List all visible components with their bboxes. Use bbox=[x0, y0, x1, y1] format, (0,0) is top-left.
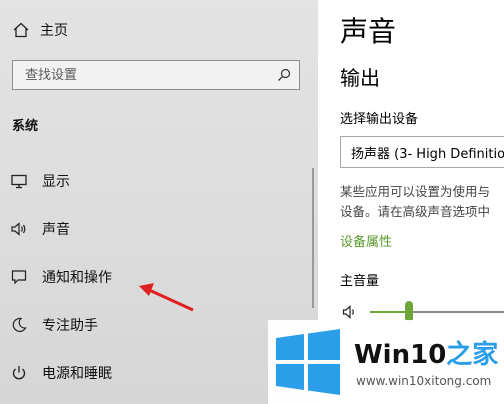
output-device-value: 扬声器 (3- High Definition bbox=[351, 147, 504, 162]
description-line: 设备。请在高级声音选项中 bbox=[340, 204, 491, 219]
sidebar-item-sound[interactable]: 声音 bbox=[10, 216, 70, 242]
sidebar-item-label: 专注助手 bbox=[42, 318, 98, 334]
sidebar-item-label: 声音 bbox=[42, 222, 70, 238]
sidebar-scrollbar[interactable] bbox=[312, 168, 314, 308]
slider-fill bbox=[370, 311, 409, 313]
sidebar-item-display[interactable]: 显示 bbox=[10, 168, 70, 194]
output-description: 某些应用可以设置为使用与 设备。请在高级声音选项中 bbox=[340, 182, 504, 222]
page-title: 声音 bbox=[340, 15, 397, 48]
sidebar-item-label: 电源和睡眠 bbox=[42, 366, 112, 382]
brand-prefix: Win10 bbox=[354, 340, 447, 370]
watermark: Win10之家 www.win10xitong.com bbox=[268, 320, 504, 404]
brand-suffix: 之家 bbox=[446, 340, 499, 370]
output-device-label: 选择输出设备 bbox=[340, 112, 419, 127]
device-properties-link[interactable]: 设备属性 bbox=[340, 231, 392, 250]
power-icon bbox=[12, 366, 26, 380]
watermark-url: www.win10xitong.com bbox=[356, 374, 492, 388]
output-device-select[interactable]: 扬声器 (3- High Definition bbox=[340, 136, 504, 168]
sidebar-item-power-sleep[interactable]: 电源和睡眠 bbox=[10, 360, 112, 386]
output-heading: 输出 bbox=[340, 66, 380, 90]
search-box[interactable] bbox=[12, 60, 300, 90]
search-icon[interactable] bbox=[277, 68, 291, 82]
watermark-brand: Win10之家 bbox=[354, 334, 498, 371]
master-volume-label: 主音量 bbox=[340, 274, 380, 289]
home-label: 主页 bbox=[40, 23, 68, 39]
home-icon bbox=[13, 22, 29, 38]
description-line: 某些应用可以设置为使用与 bbox=[340, 184, 491, 199]
windows-logo-icon bbox=[276, 329, 340, 395]
sidebar-item-label: 通知和操作 bbox=[42, 270, 112, 286]
moon-icon bbox=[12, 317, 27, 332]
sidebar-item-notifications[interactable]: 通知和操作 bbox=[10, 264, 112, 290]
message-icon bbox=[11, 270, 27, 285]
sidebar-item-focus-assist[interactable]: 专注助手 bbox=[10, 312, 98, 338]
home-nav-item[interactable]: 主页 bbox=[12, 18, 68, 42]
search-input[interactable] bbox=[13, 61, 299, 89]
speaker-icon bbox=[11, 222, 26, 236]
red-arrow-annotation bbox=[139, 283, 194, 312]
display-icon bbox=[11, 174, 27, 189]
section-title: 系统 bbox=[12, 119, 39, 134]
sidebar-item-label: 显示 bbox=[42, 174, 70, 190]
volume-icon[interactable] bbox=[342, 304, 358, 320]
